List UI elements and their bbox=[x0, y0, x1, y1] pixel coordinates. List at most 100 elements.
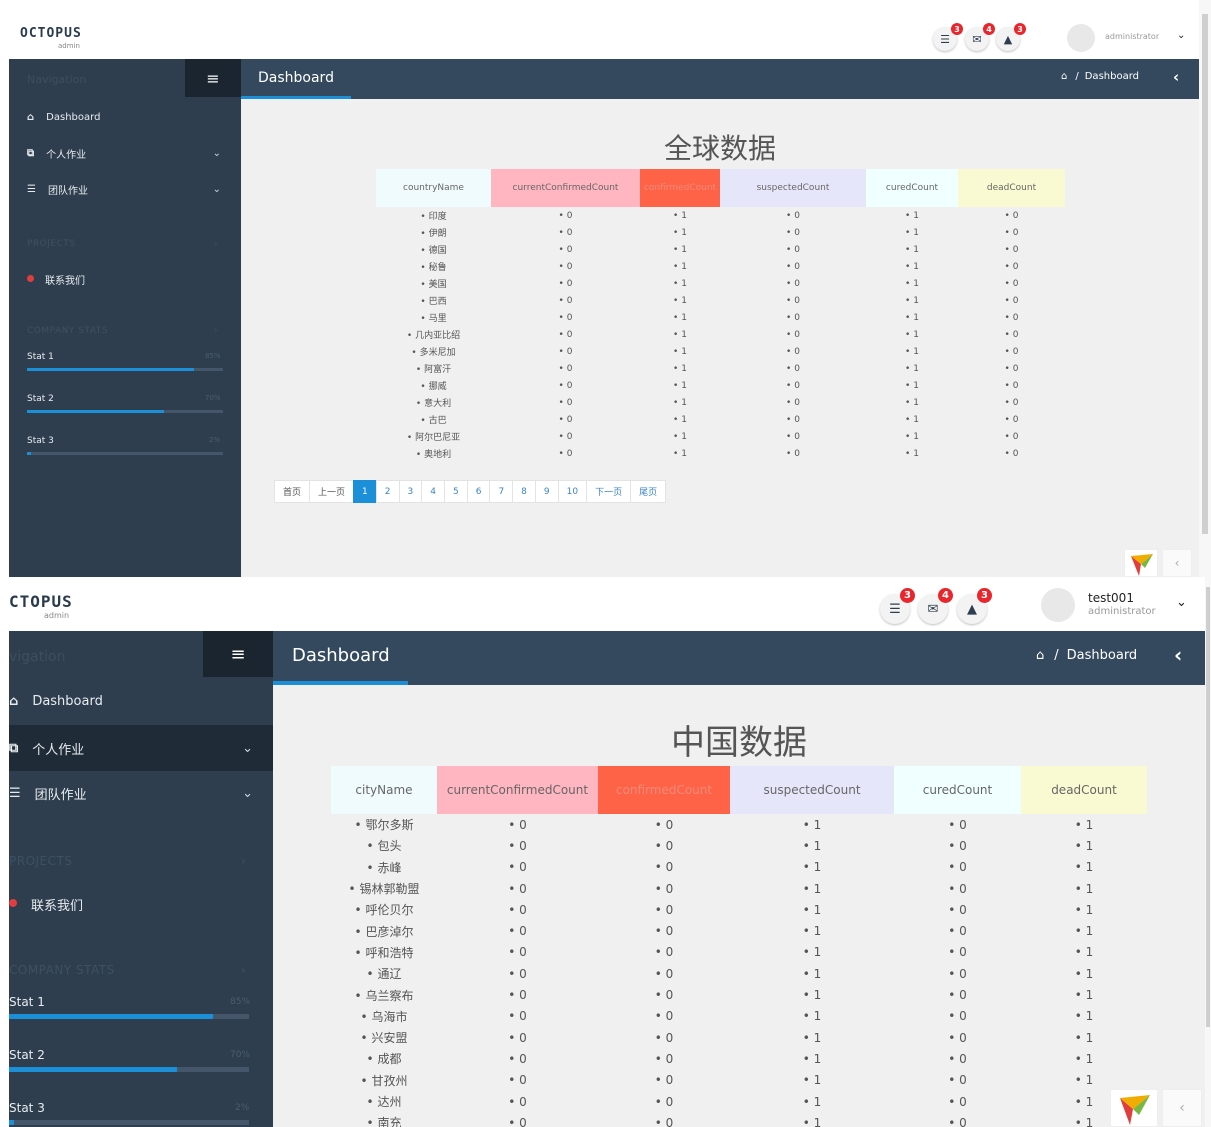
bullet-icon: • bbox=[802, 860, 814, 875]
stat-1-fill bbox=[27, 368, 194, 371]
table-row: • 成都 • 0 • 0 • 1 • 0 • 1 bbox=[331, 1048, 1147, 1069]
stat-1-label: Stat 1 bbox=[27, 352, 54, 362]
page-8-button[interactable]: 8 bbox=[512, 480, 536, 503]
row-value-cell: • 1 bbox=[730, 1048, 894, 1069]
brand-logo: CTOPUS bbox=[9, 592, 73, 611]
top-bar: OCTOPUS admin ☰ 3 ✉ 4 ▲ 3 administrator … bbox=[0, 0, 1211, 59]
row-value-cell: • 1 bbox=[866, 326, 958, 343]
breadcrumb-current[interactable]: Dashboard bbox=[1085, 71, 1139, 82]
cell-value: 0 bbox=[959, 966, 967, 981]
cell-value: 赤峰 bbox=[377, 860, 402, 875]
bullet-icon: • bbox=[948, 1009, 960, 1024]
brand-sub: admin bbox=[44, 611, 70, 620]
home-icon[interactable]: ⌂ bbox=[1061, 71, 1067, 82]
server-icon: ☰ bbox=[27, 183, 36, 195]
row-value-cell: • 0 bbox=[491, 326, 640, 343]
breadcrumb-separator: / bbox=[1054, 648, 1059, 663]
cell-value: 0 bbox=[794, 312, 800, 323]
page-next-button[interactable]: 下一页 bbox=[586, 480, 632, 503]
avatar[interactable] bbox=[1041, 588, 1075, 622]
bullet-icon: • bbox=[366, 967, 378, 982]
page-4-button[interactable]: 4 bbox=[421, 480, 445, 503]
sidebar-item-dashboard[interactable]: ⌂ Dashboard bbox=[9, 107, 241, 127]
chevron-down-icon[interactable]: ⌄ bbox=[1176, 595, 1187, 610]
cell-value: 奥地利 bbox=[424, 450, 452, 460]
home-icon[interactable]: ⌂ bbox=[1036, 648, 1044, 663]
page-6-button[interactable]: 6 bbox=[466, 480, 491, 503]
bullet-icon: • bbox=[354, 988, 366, 1003]
sidebar-item-dashboard[interactable]: ⌂ Dashboard bbox=[9, 689, 273, 713]
contact-link[interactable]: 联系我们 bbox=[31, 895, 83, 914]
cell-value: 1 bbox=[913, 380, 919, 391]
page-10-button[interactable]: 10 bbox=[557, 480, 588, 503]
page-5-button[interactable]: 5 bbox=[443, 480, 468, 503]
collapse-debug-button[interactable]: ‹ bbox=[1162, 1089, 1202, 1127]
sidebar-item-personal[interactable]: ⧉ 个人作业 ⌄ bbox=[9, 725, 273, 771]
stat-3-percent: 2% bbox=[209, 436, 221, 444]
tasks-badge: 3 bbox=[900, 588, 915, 603]
avatar[interactable] bbox=[1067, 24, 1095, 52]
breadcrumb-current[interactable]: Dashboard bbox=[1067, 648, 1138, 663]
chevron-down-icon[interactable]: ⌄ bbox=[1177, 30, 1185, 41]
page-7-button[interactable]: 7 bbox=[489, 480, 514, 503]
cell-value: 0 bbox=[665, 924, 674, 939]
scrollbar-thumb[interactable] bbox=[1202, 14, 1208, 534]
menu-toggle-button[interactable]: ≡ bbox=[185, 59, 241, 97]
top-bar: CTOPUS admin ☰ 3 ✉ 4 ▲ 3 test001 adminis… bbox=[0, 577, 1211, 631]
page-1-button[interactable]: 1 bbox=[353, 480, 377, 503]
table-row: • 赤峰 • 0 • 0 • 1 • 0 • 1 bbox=[331, 857, 1147, 878]
pagination: 首页 上一页 1 2 3 4 5 6 7 8 9 10 下一页 尾页 bbox=[274, 480, 667, 503]
cell-value: 0 bbox=[665, 902, 674, 917]
yii-logo[interactable] bbox=[1110, 1089, 1158, 1127]
bullet-icon: • bbox=[802, 1009, 814, 1024]
cell-value: 1 bbox=[913, 329, 919, 340]
bullet-icon: • bbox=[508, 902, 520, 917]
page-3-button[interactable]: 3 bbox=[398, 480, 423, 503]
page-2-button[interactable]: 2 bbox=[375, 480, 400, 503]
table-row: • 挪威 • 0 • 1 • 0 • 1 • 0 bbox=[376, 377, 1065, 394]
page-9-button[interactable]: 9 bbox=[534, 480, 559, 503]
row-value-cell: • 0 bbox=[894, 835, 1021, 856]
sidebar-item-team[interactable]: ☰ 团队作业 ⌄ bbox=[9, 781, 273, 805]
row-value-cell: • 1 bbox=[1021, 878, 1147, 899]
bullet-icon: • bbox=[673, 278, 682, 289]
row-name-cell: • 巴彦淖尔 bbox=[331, 920, 437, 941]
contact-link[interactable]: 联系我们 bbox=[45, 272, 85, 287]
stat-3-label: Stat 3 bbox=[9, 1101, 45, 1115]
cell-value: 1 bbox=[913, 227, 919, 238]
row-value-cell: • 1 bbox=[640, 428, 720, 445]
yii-logo[interactable] bbox=[1124, 549, 1158, 577]
collapse-left-icon[interactable]: ‹ bbox=[1173, 68, 1179, 86]
bullet-icon: • bbox=[508, 1073, 520, 1088]
row-value-cell: • 1 bbox=[640, 292, 720, 309]
page-title: Dashboard bbox=[258, 70, 334, 86]
row-value-cell: • 0 bbox=[598, 899, 730, 920]
bullet-icon: • bbox=[948, 838, 960, 853]
bullet-icon: • bbox=[1074, 945, 1086, 960]
bullet-icon: • bbox=[415, 450, 425, 460]
collapse-debug-button[interactable]: ‹ bbox=[1162, 549, 1192, 577]
row-value-cell: • 1 bbox=[730, 1006, 894, 1027]
page-last-button[interactable]: 尾页 bbox=[630, 480, 667, 503]
bullet-icon: • bbox=[1074, 860, 1086, 875]
sidebar: vigation ≡ ⌂ Dashboard ⧉ 个人作业 ⌄ ☰ 团队作业 ⌄ PROJ… bbox=[9, 631, 273, 1127]
cell-value: 0 bbox=[794, 346, 800, 357]
sidebar-item-personal[interactable]: ⧉ 个人作业 ⌄ bbox=[9, 143, 241, 163]
scrollbar-thumb[interactable] bbox=[1206, 587, 1210, 1027]
collapse-left-icon[interactable]: ‹ bbox=[1174, 643, 1182, 667]
cell-value: 锡林郭勒盟 bbox=[359, 882, 420, 897]
cell-value: 0 bbox=[959, 1094, 967, 1109]
bullet-icon: • bbox=[905, 278, 914, 289]
column-header-deadCount: deadCount bbox=[1021, 766, 1147, 814]
cell-value: 0 bbox=[566, 210, 573, 221]
page-scrollbar[interactable] bbox=[1205, 577, 1211, 1127]
page-scrollbar[interactable] bbox=[1199, 0, 1211, 577]
row-name-cell: • 奥地利 bbox=[376, 445, 491, 462]
sidebar-item-team[interactable]: ☰ 团队作业 ⌄ bbox=[9, 179, 241, 199]
menu-toggle-button[interactable]: ≡ bbox=[203, 631, 273, 677]
chevron-down-icon: ⌄ bbox=[212, 147, 221, 159]
bullet-icon: • bbox=[558, 414, 567, 425]
page-first-button[interactable]: 首页 bbox=[274, 480, 311, 503]
stat-2-label: Stat 2 bbox=[27, 394, 54, 404]
page-prev-button[interactable]: 上一页 bbox=[309, 480, 355, 503]
